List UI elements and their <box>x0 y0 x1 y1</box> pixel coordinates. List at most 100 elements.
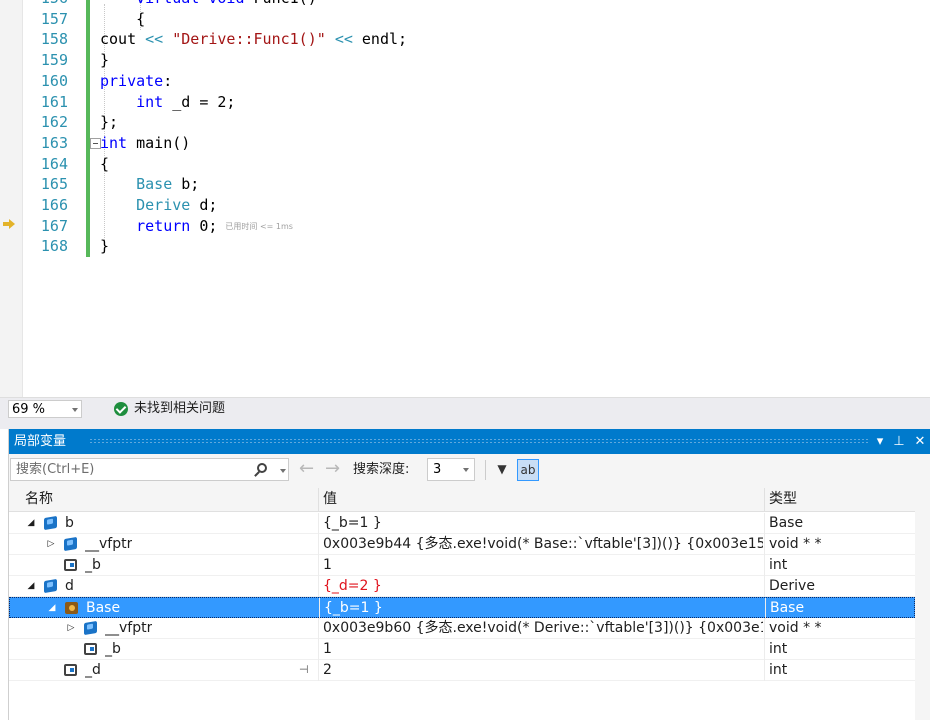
variable-value[interactable]: {_d=2 } <box>323 576 763 596</box>
column-name-header[interactable]: 名称 <box>25 488 53 511</box>
line-number: 164 <box>40 154 68 173</box>
code-line[interactable]: 159} <box>0 50 930 71</box>
locals-row[interactable]: ◢ b {_b=1 } Base <box>9 513 915 534</box>
code-text[interactable]: Derive d; <box>100 195 217 216</box>
base-class-icon <box>65 602 78 614</box>
variable-type: void * * <box>769 536 822 552</box>
variable-name[interactable]: _d <box>85 660 101 680</box>
locals-row[interactable]: ▷ __vfptr 0x003e9b44 {多态.exe!void(* Base::… <box>9 534 915 555</box>
code-text[interactable]: Base b; <box>100 174 199 195</box>
close-icon[interactable]: ✕ <box>911 429 929 454</box>
code-text[interactable]: int _d = 2; <box>100 92 235 113</box>
code-line[interactable]: 167 return 0; 已用时间 <= 1ms <box>0 216 930 237</box>
zoom-value: 69 % <box>12 402 46 417</box>
code-text[interactable]: private: <box>100 71 172 92</box>
back-arrow-icon[interactable]: ← <box>299 458 314 480</box>
variable-name[interactable]: __vfptr <box>105 618 152 638</box>
code-token: d; <box>190 196 218 214</box>
variable-name[interactable]: __vfptr <box>85 534 132 554</box>
zoom-dropdown[interactable]: 69 % <box>8 400 82 418</box>
variable-value[interactable]: 2 <box>323 660 763 680</box>
variable-icon <box>84 620 97 636</box>
code-line[interactable]: 160 private: <box>0 71 930 92</box>
code-line[interactable]: 162}; <box>0 112 930 133</box>
code-token: int <box>136 92 164 111</box>
perf-tip[interactable]: 已用时间 <= 1ms <box>225 222 293 231</box>
column-divider <box>318 513 319 534</box>
search-input[interactable]: 搜索(Ctrl+E) <box>16 459 94 480</box>
code-line[interactable]: 168} <box>0 236 930 257</box>
search-icon[interactable] <box>257 463 267 473</box>
code-line[interactable]: 156 virtual void Func1() <box>0 0 930 9</box>
code-text[interactable]: { <box>100 9 145 30</box>
variable-value[interactable]: 0x003e9b60 {多态.exe!void(* Derive::`vftab… <box>323 618 763 638</box>
column-type-header[interactable]: 类型 <box>769 488 797 511</box>
collapse-icon[interactable] <box>90 137 101 149</box>
pin-icon[interactable]: ⊣ <box>299 660 309 680</box>
chevron-down-icon[interactable] <box>280 469 286 473</box>
forward-arrow-icon[interactable]: → <box>325 458 340 480</box>
issues-status[interactable]: 未找到相关问题 <box>134 399 225 419</box>
collapse-arrow-icon[interactable]: ◢ <box>25 576 37 596</box>
window-menu-icon[interactable]: ▾ <box>871 429 889 454</box>
variable-type: int <box>769 662 788 678</box>
search-box[interactable]: 搜索(Ctrl+E) <box>10 458 289 481</box>
code-text[interactable]: virtual void Func1() <box>100 0 317 9</box>
collapse-arrow-icon[interactable]: ◢ <box>25 513 37 533</box>
locals-title-bar[interactable]: 局部变量 ▾ ⊥ ✕ <box>9 429 930 454</box>
collapse-arrow-icon[interactable]: ◢ <box>46 598 58 618</box>
column-divider <box>764 534 765 555</box>
locals-row[interactable]: _b 1 int <box>9 555 915 576</box>
column-splitter[interactable] <box>318 488 319 511</box>
code-text[interactable]: } <box>100 236 109 257</box>
field-icon <box>64 664 77 676</box>
code-line[interactable]: 161 int _d = 2; <box>0 92 930 113</box>
code-line[interactable]: 163 int main() <box>0 133 930 154</box>
filter-pin-icon[interactable]: ▼ <box>491 459 513 481</box>
code-token: "Derive::Func1()" <box>172 30 326 49</box>
locals-row[interactable]: ◢ Base {_b=1 } Base <box>9 597 915 619</box>
code-line[interactable]: 165 Base b; <box>0 174 930 195</box>
variable-name[interactable]: _b <box>85 555 101 575</box>
code-token: endl; <box>352 30 408 49</box>
expand-arrow-icon[interactable]: ▷ <box>65 618 77 638</box>
code-text[interactable]: { <box>100 154 109 175</box>
line-number: 157 <box>40 9 68 28</box>
variable-value[interactable]: 1 <box>323 555 763 575</box>
line-number: 161 <box>40 92 68 111</box>
variable-value[interactable]: {_b=1 } <box>324 598 764 618</box>
code-token: } <box>100 51 110 70</box>
code-text[interactable]: }; <box>100 112 118 133</box>
code-line[interactable]: 166 Derive d; <box>0 195 930 216</box>
variable-value[interactable]: {_b=1 } <box>323 513 763 533</box>
variable-name[interactable]: b <box>65 513 74 533</box>
variable-name[interactable]: d <box>65 576 74 596</box>
variable-value[interactable]: 0x003e9b44 {多态.exe!void(* Base::`vftable… <box>323 534 763 554</box>
column-splitter[interactable] <box>764 488 765 511</box>
title-grip <box>89 438 869 444</box>
code-line[interactable]: 157 { <box>0 9 930 30</box>
code-text[interactable]: cout << "Derive::Func1()" << endl; <box>100 29 407 50</box>
hex-display-icon[interactable]: ab <box>517 459 539 481</box>
search-depth-dropdown[interactable]: 3 <box>427 458 475 481</box>
pin-icon[interactable]: ⊥ <box>890 429 908 454</box>
column-value-header[interactable]: 值 <box>323 488 337 511</box>
code-line[interactable]: 164 { <box>0 154 930 175</box>
locals-row[interactable]: _d ⊣ 2 int <box>9 660 915 681</box>
variable-name[interactable]: _b <box>105 639 121 659</box>
variable-value[interactable]: 1 <box>323 639 763 659</box>
code-text[interactable]: } <box>100 50 109 71</box>
locals-row[interactable]: ▷ __vfptr 0x003e9b60 {多态.exe!void(* Derive… <box>9 618 915 639</box>
code-text[interactable]: int main() <box>100 133 190 154</box>
expand-arrow-icon[interactable]: ▷ <box>45 534 57 554</box>
variable-name[interactable]: Base <box>86 598 120 618</box>
code-text[interactable]: return 0; 已用时间 <= 1ms <box>100 216 293 237</box>
line-number: 165 <box>40 175 68 194</box>
locals-row[interactable]: _b 1 int <box>9 639 915 660</box>
code-editor[interactable]: 156 virtual void Func1()157 {158cout << … <box>0 0 930 397</box>
line-number: 168 <box>40 237 68 256</box>
locals-row[interactable]: ◢ d {_d=2 } Derive <box>9 576 915 597</box>
chevron-down-icon <box>463 468 469 472</box>
code-line[interactable]: 158 cout << "Derive::Func1()" << endl; <box>0 29 930 50</box>
